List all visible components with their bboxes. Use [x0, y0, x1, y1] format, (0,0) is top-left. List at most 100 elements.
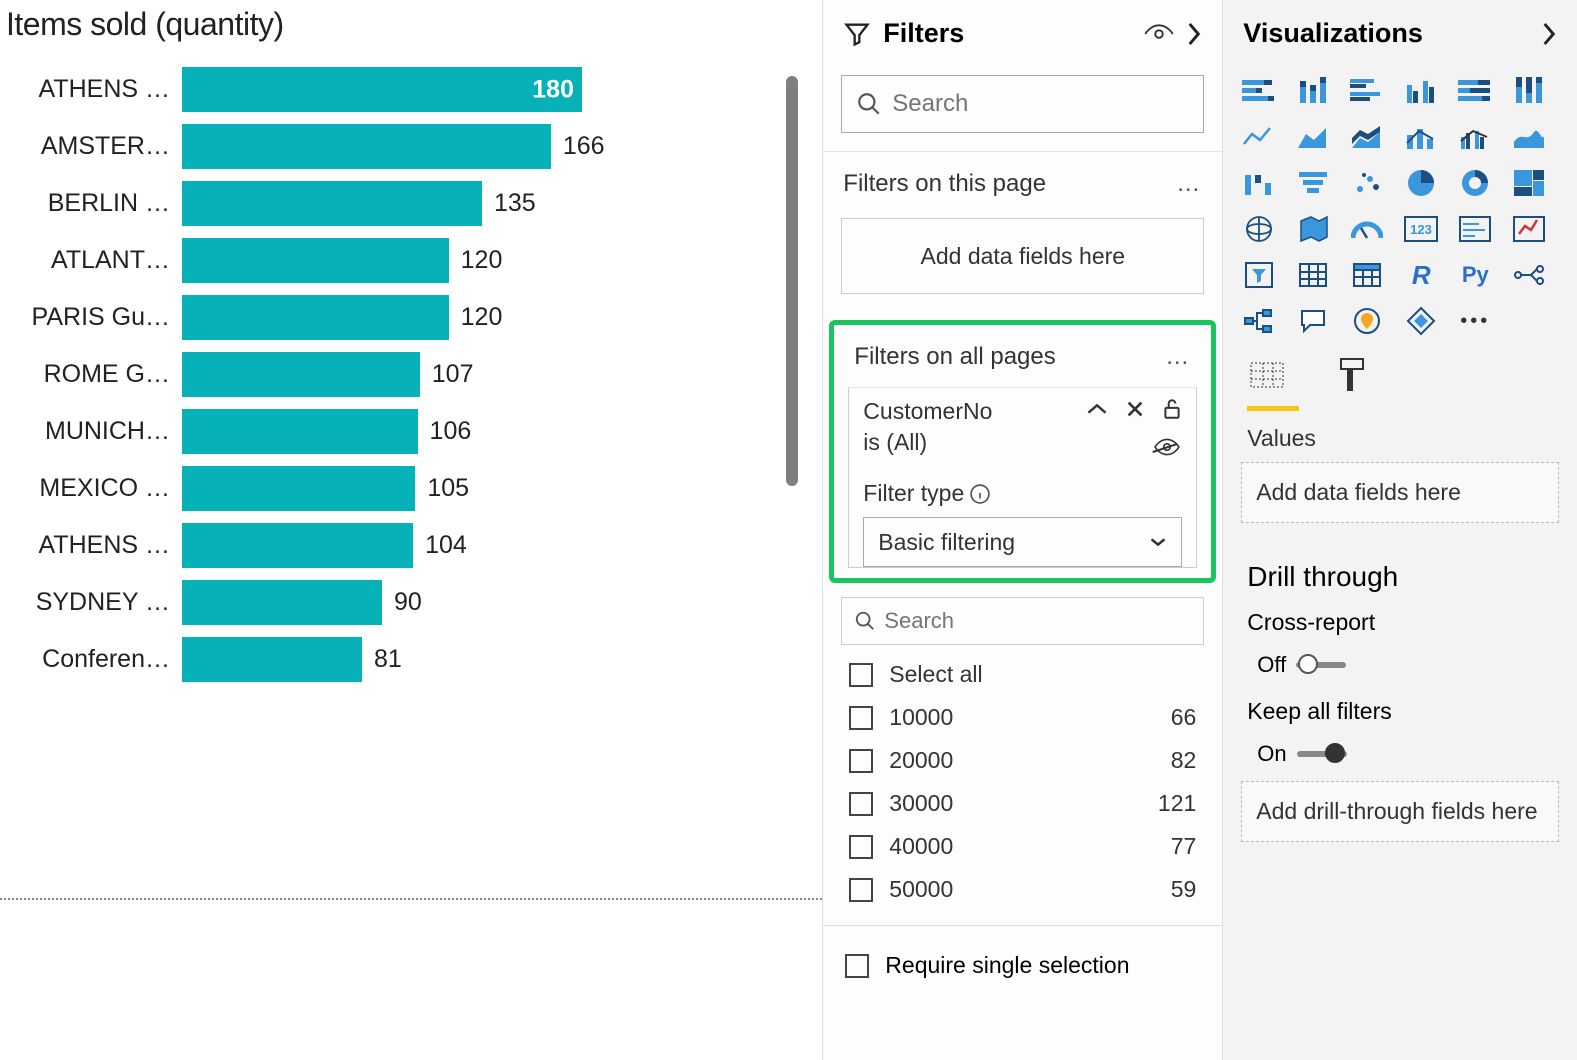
require-single-selection[interactable]: Require single selection	[823, 925, 1222, 987]
bar-row[interactable]: MUNICH…106	[12, 403, 822, 460]
arcgis-map-icon[interactable]	[1345, 303, 1389, 339]
chart-scrollbar[interactable]	[786, 76, 798, 486]
clustered-bar-chart-icon[interactable]	[1345, 73, 1389, 109]
bar-row[interactable]: SYDNEY …90	[12, 574, 822, 631]
filters-all-section-title: Filters on all pages	[854, 343, 1165, 371]
chevron-right-icon[interactable]	[1186, 21, 1202, 47]
pie-chart-icon[interactable]	[1399, 165, 1443, 201]
card-icon[interactable]: 123	[1399, 211, 1443, 247]
line-clustered-column-chart-icon[interactable]	[1453, 119, 1497, 155]
area-chart-icon[interactable]	[1291, 119, 1335, 155]
info-icon[interactable]	[970, 484, 990, 504]
bar-fill	[182, 409, 418, 454]
bar-row[interactable]: BERLIN …135	[12, 175, 822, 232]
bar-category-label: MEXICO …	[12, 474, 182, 503]
chevron-right-icon[interactable]	[1541, 21, 1557, 47]
drill-through-title: Drill through	[1223, 543, 1577, 603]
treemap-chart-icon[interactable]	[1507, 165, 1551, 201]
search-icon	[856, 91, 882, 117]
filters-search[interactable]	[841, 75, 1204, 133]
ribbon-chart-icon[interactable]	[1507, 119, 1551, 155]
filter-type-value: Basic filtering	[878, 529, 1015, 556]
chart-title: Items sold (quantity)	[0, 0, 822, 61]
funnel-chart-icon[interactable]	[1291, 165, 1335, 201]
filter-option[interactable]: 1000066	[823, 696, 1222, 739]
chevron-up-icon[interactable]	[1086, 398, 1108, 420]
filter-option-label: 20000	[889, 747, 953, 774]
filter-type-label: Filter type	[863, 480, 964, 507]
filled-map-icon[interactable]	[1291, 211, 1335, 247]
waterfall-chart-icon[interactable]	[1237, 165, 1281, 201]
filter-option-label: 30000	[889, 790, 953, 817]
100-stacked-bar-chart-icon[interactable]	[1453, 73, 1497, 109]
filter-option[interactable]: Select all	[823, 653, 1222, 696]
scatter-chart-icon[interactable]	[1345, 165, 1389, 201]
checkbox-icon[interactable]	[849, 663, 873, 687]
values-well-label: Values	[1223, 411, 1577, 462]
bar-row[interactable]: AMSTER…166	[12, 118, 822, 175]
100-stacked-column-chart-icon[interactable]	[1507, 73, 1551, 109]
bar-value: 90	[394, 588, 422, 617]
matrix-icon[interactable]	[1345, 257, 1389, 293]
chart-visual: Items sold (quantity) ATHENS …180AMSTER……	[0, 0, 823, 1060]
cross-report-toggle[interactable]: Off	[1223, 642, 1577, 692]
filter-option[interactable]: 30000121	[823, 782, 1222, 825]
checkbox-icon[interactable]	[845, 954, 869, 978]
stacked-area-chart-icon[interactable]	[1345, 119, 1389, 155]
gauge-chart-icon[interactable]	[1345, 211, 1389, 247]
donut-chart-icon[interactable]	[1453, 165, 1497, 201]
more-icon[interactable]: …	[1165, 343, 1191, 371]
lock-icon[interactable]	[1162, 398, 1182, 420]
checkbox-icon[interactable]	[849, 749, 873, 773]
filter-values-search[interactable]	[841, 597, 1204, 645]
filters-search-input[interactable]	[892, 90, 1202, 118]
bar-category-label: ROME G…	[12, 360, 182, 389]
values-dropzone[interactable]: Add data fields here	[1241, 462, 1559, 523]
bar-row[interactable]: MEXICO …105	[12, 460, 822, 517]
power-apps-icon[interactable]	[1399, 303, 1443, 339]
drill-through-dropzone[interactable]: Add drill-through fields here	[1241, 781, 1559, 842]
bar-row[interactable]: PARIS Gu…120	[12, 289, 822, 346]
format-tab-icon[interactable]	[1333, 357, 1367, 400]
multi-row-card-icon[interactable]	[1453, 211, 1497, 247]
bar-row[interactable]: ATHENS …104	[12, 517, 822, 574]
page-filters-dropzone[interactable]: Add data fields here	[841, 218, 1204, 294]
line-chart-icon[interactable]	[1237, 119, 1281, 155]
keep-filters-toggle[interactable]: On	[1223, 731, 1577, 781]
filter-type-select[interactable]: Basic filtering	[863, 517, 1182, 567]
checkbox-icon[interactable]	[849, 835, 873, 859]
decomposition-tree-icon[interactable]	[1237, 303, 1281, 339]
stacked-bar-chart-icon[interactable]	[1237, 73, 1281, 109]
table-icon[interactable]	[1291, 257, 1335, 293]
bar-row[interactable]: ATLANT…120	[12, 232, 822, 289]
more-icon[interactable]: …	[1176, 170, 1202, 198]
checkbox-icon[interactable]	[849, 792, 873, 816]
filter-values-search-input[interactable]	[884, 608, 1191, 634]
filter-option[interactable]: 5000059	[823, 868, 1222, 911]
python-visual-icon[interactable]: Py	[1453, 257, 1497, 293]
stacked-column-chart-icon[interactable]	[1291, 73, 1335, 109]
hide-icon[interactable]	[1154, 438, 1180, 456]
r-visual-icon[interactable]: R	[1399, 257, 1443, 293]
bar-row[interactable]: ROME G…107	[12, 346, 822, 403]
line-column-chart-icon[interactable]	[1399, 119, 1443, 155]
bar-row[interactable]: Conferen…81	[12, 631, 822, 688]
key-influencers-icon[interactable]	[1507, 257, 1551, 293]
checkbox-icon[interactable]	[849, 878, 873, 902]
checkbox-icon[interactable]	[849, 706, 873, 730]
fields-tab-icon[interactable]	[1247, 357, 1287, 400]
clustered-column-chart-icon[interactable]	[1399, 73, 1443, 109]
filter-state: is (All)	[849, 429, 1154, 464]
filter-option[interactable]: 2000082	[823, 739, 1222, 782]
map-icon[interactable]	[1237, 211, 1281, 247]
qa-visual-icon[interactable]	[1291, 303, 1335, 339]
more-visuals-icon[interactable]: •••	[1453, 303, 1497, 339]
eye-icon[interactable]	[1144, 23, 1174, 45]
bar-value: 135	[494, 189, 536, 218]
close-icon[interactable]	[1126, 398, 1144, 420]
slicer-icon[interactable]	[1237, 257, 1281, 293]
filter-option[interactable]: 4000077	[823, 825, 1222, 868]
bar-chart-area: ATHENS …180AMSTER…166BERLIN …135ATLANT…1…	[0, 61, 822, 688]
kpi-icon[interactable]	[1507, 211, 1551, 247]
bar-row[interactable]: ATHENS …180	[12, 61, 822, 118]
